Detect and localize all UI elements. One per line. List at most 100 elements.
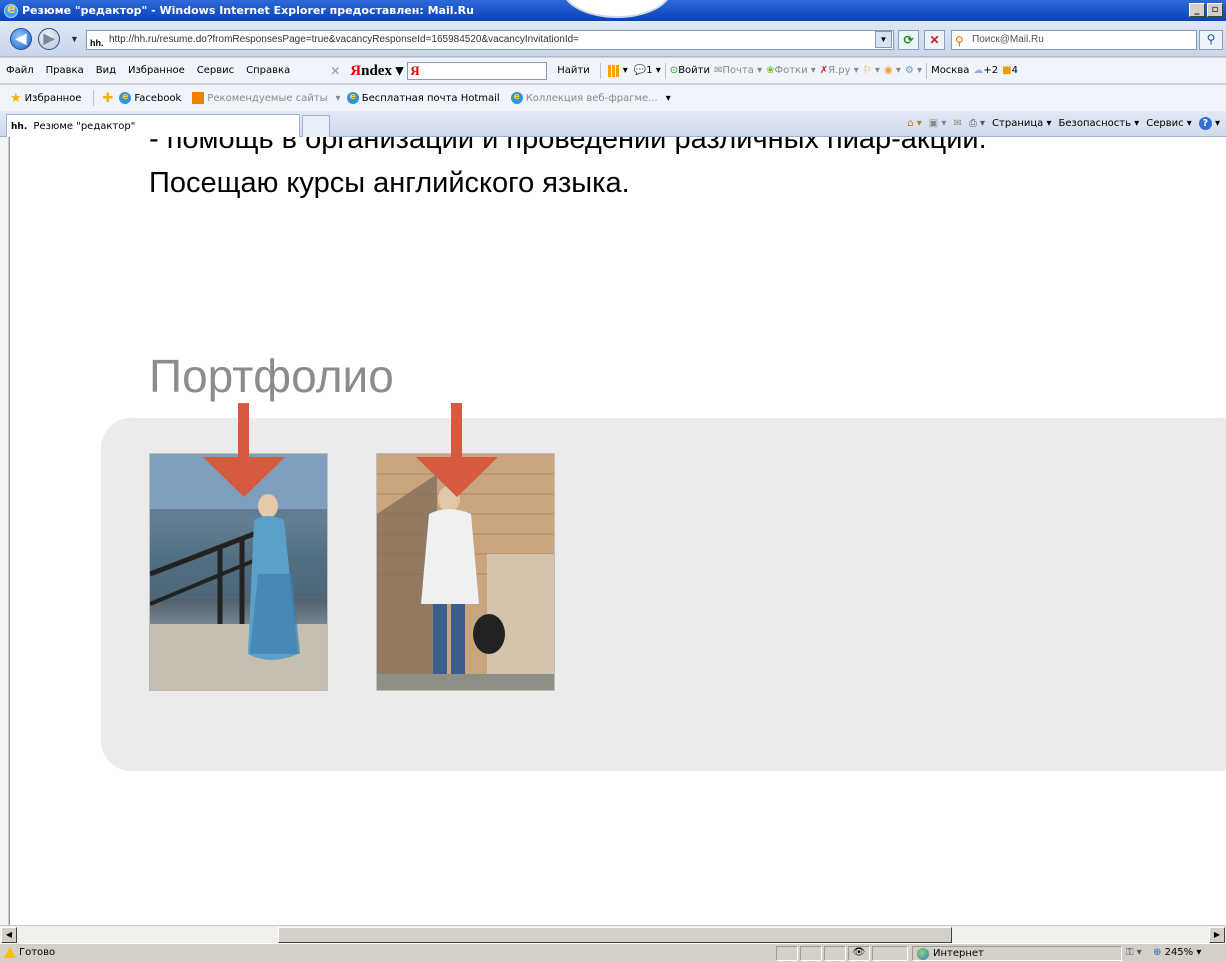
- scroll-right-icon[interactable]: ▶: [1209, 927, 1225, 943]
- cloud-icon: ☁: [973, 65, 984, 76]
- photos-link[interactable]: Фотки: [774, 65, 807, 76]
- favorites-button[interactable]: Избранное: [25, 93, 82, 104]
- market-icon[interactable]: ⚐: [863, 65, 872, 76]
- favorites-star-icon: ★: [10, 90, 22, 106]
- search-go-button[interactable]: ⚲: [1199, 30, 1223, 50]
- down-arrow-icon-2: [416, 403, 498, 497]
- menu-bar: Файл Правка Вид Избранное Сервис Справка…: [0, 58, 1226, 84]
- photos-icon: ❀: [766, 65, 775, 76]
- comment-bubble-icon[interactable]: 💬: [634, 65, 646, 76]
- close-toolbar-icon[interactable]: ✕: [330, 64, 340, 78]
- safety-menu[interactable]: Безопасность ▾: [1059, 118, 1140, 129]
- window-title: Резюме "редактор" - Windows Internet Exp…: [22, 4, 474, 17]
- left-frame-edge: [0, 137, 9, 925]
- status-cell-2: [800, 946, 822, 961]
- favorites-separator: [93, 90, 95, 106]
- yandex-find-button[interactable]: Найти: [551, 65, 595, 76]
- help-menu[interactable]: ? ▾: [1198, 117, 1220, 130]
- globe-icon: [917, 947, 929, 960]
- status-cell-4: [872, 946, 908, 961]
- restore-button[interactable]: ▫: [1207, 3, 1223, 17]
- menu-tools[interactable]: Сервис: [191, 65, 240, 76]
- add-favorite-icon[interactable]: ✚: [102, 91, 113, 106]
- fav-hotmail[interactable]: Бесплатная почта Hotmail: [362, 93, 500, 104]
- money-icon[interactable]: ◉: [884, 65, 893, 76]
- zoom-level: 245%: [1164, 947, 1194, 958]
- menu-view[interactable]: Вид: [90, 65, 122, 76]
- menu-file[interactable]: Файл: [0, 65, 40, 76]
- page-menu[interactable]: Страница ▾: [992, 118, 1051, 129]
- command-bar: ⌂ ▾ ▣ ▾ ✉ ⎙ ▾ Страница ▾ Безопасность ▾ …: [907, 117, 1220, 130]
- portfolio-heading: Портфолио: [149, 350, 394, 402]
- security-zone[interactable]: Интернет: [912, 946, 1122, 961]
- toolbar-separator-2: [664, 62, 666, 79]
- ie-page-icon-3: e: [510, 92, 523, 104]
- fav-facebook[interactable]: Facebook: [134, 93, 181, 104]
- help-icon: ?: [1198, 117, 1212, 130]
- yandex-search-input[interactable]: Я: [407, 61, 548, 80]
- weather-city[interactable]: Москва: [931, 65, 969, 76]
- history-dropdown-icon[interactable]: ▼: [70, 34, 79, 44]
- tab-row: hh. Резюме "редактор" ⌂ ▾ ▣ ▾ ✉ ⎙ ▾ Стра…: [0, 111, 1226, 137]
- zone-label: Интернет: [933, 948, 984, 959]
- search-input[interactable]: ⚲ Поиск@Mail.Ru: [951, 30, 1197, 50]
- home-icon[interactable]: ⌂ ▾: [907, 118, 922, 129]
- warning-icon[interactable]: [4, 947, 16, 958]
- page-viewport[interactable]: - помощь в организации и проведении разл…: [9, 137, 1226, 925]
- protected-mode-icon[interactable]: ⚿ ▾: [1126, 947, 1142, 958]
- signal-bars-icon[interactable]: [607, 64, 620, 77]
- read-mail-icon[interactable]: ✉: [953, 118, 961, 129]
- login-link[interactable]: Войти: [678, 65, 710, 76]
- refresh-button[interactable]: ⟳: [898, 30, 919, 50]
- feeds-icon[interactable]: ▣ ▾: [929, 118, 947, 129]
- tab-label: Резюме "редактор": [33, 121, 136, 132]
- favorites-bar: ★ Избранное ✚ e Facebook Рекомендуемые с…: [0, 85, 1226, 111]
- status-area: Готово: [4, 947, 55, 958]
- down-arrow-icon: [203, 403, 285, 497]
- window-controls: _ ▫: [1189, 3, 1223, 17]
- comment-count: 1: [646, 65, 653, 76]
- tab-favicon-icon: hh.: [11, 122, 28, 132]
- address-input[interactable]: hh. http://hh.ru/resume.do?fromResponses…: [86, 30, 894, 50]
- yandex-logo[interactable]: Яndex ▾: [350, 61, 403, 80]
- stop-button[interactable]: ✕: [924, 30, 945, 50]
- toolbar-separator-3: [926, 62, 928, 79]
- mail-link[interactable]: Почта: [722, 65, 754, 76]
- search-placeholder: Поиск@Mail.Ru: [972, 34, 1044, 45]
- menu-favorites[interactable]: Избранное: [122, 65, 191, 76]
- login-key-icon: ⊙: [669, 65, 679, 76]
- forward-button[interactable]: ▶: [38, 28, 60, 50]
- zoom-control[interactable]: ⊕ 245% ▾: [1153, 947, 1201, 958]
- scroll-left-icon[interactable]: ◀: [1, 927, 17, 943]
- address-dropdown-icon[interactable]: ▼: [875, 31, 892, 48]
- ie-logo-icon: [4, 2, 18, 18]
- yaru-link[interactable]: Я.ру: [828, 65, 850, 76]
- fav-webslice-gallery[interactable]: Коллекция веб-фрагме...: [526, 93, 658, 104]
- traffic-counter: 4: [1011, 65, 1018, 76]
- horizontal-scrollbar[interactable]: ◀ ▶: [0, 925, 1226, 943]
- mailru-search-icon: ⚲: [955, 34, 964, 48]
- ie-page-icon-2: e: [346, 92, 359, 104]
- resume-duty-line: - помощь в организации и проведении разл…: [149, 137, 987, 155]
- ie-page-icon: e: [119, 92, 132, 104]
- back-button[interactable]: ◀: [10, 28, 32, 50]
- tools-menu[interactable]: Сервис ▾: [1146, 118, 1192, 129]
- new-tab-button[interactable]: [302, 115, 330, 137]
- address-toolbar: ◀ ▶ ▼ hh. http://hh.ru/resume.do?fromRes…: [0, 21, 1226, 57]
- print-icon[interactable]: ⎙ ▾: [969, 118, 985, 129]
- menu-edit[interactable]: Правка: [40, 65, 90, 76]
- resume-courses-line: Посещаю курсы английского языка.: [149, 167, 630, 199]
- privacy-eye-icon[interactable]: 👁: [848, 946, 870, 961]
- menu-help[interactable]: Справка: [240, 65, 296, 76]
- mail-envelope-icon: ✉: [714, 65, 723, 76]
- minimize-button[interactable]: _: [1189, 3, 1205, 17]
- zoom-magnifier-icon: ⊕: [1153, 947, 1162, 958]
- weather-temperature: +2: [983, 65, 999, 76]
- site-favicon-icon: hh.: [90, 34, 104, 49]
- status-cell-3: [824, 946, 846, 961]
- traffic-icon: ■: [1002, 65, 1012, 76]
- settings-gear-icon[interactable]: ⚙: [905, 65, 914, 76]
- fav-suggested-sites[interactable]: Рекомендуемые сайты: [207, 93, 327, 104]
- tab-resume[interactable]: hh. Резюме "редактор": [6, 114, 300, 137]
- scroll-thumb[interactable]: [278, 927, 952, 943]
